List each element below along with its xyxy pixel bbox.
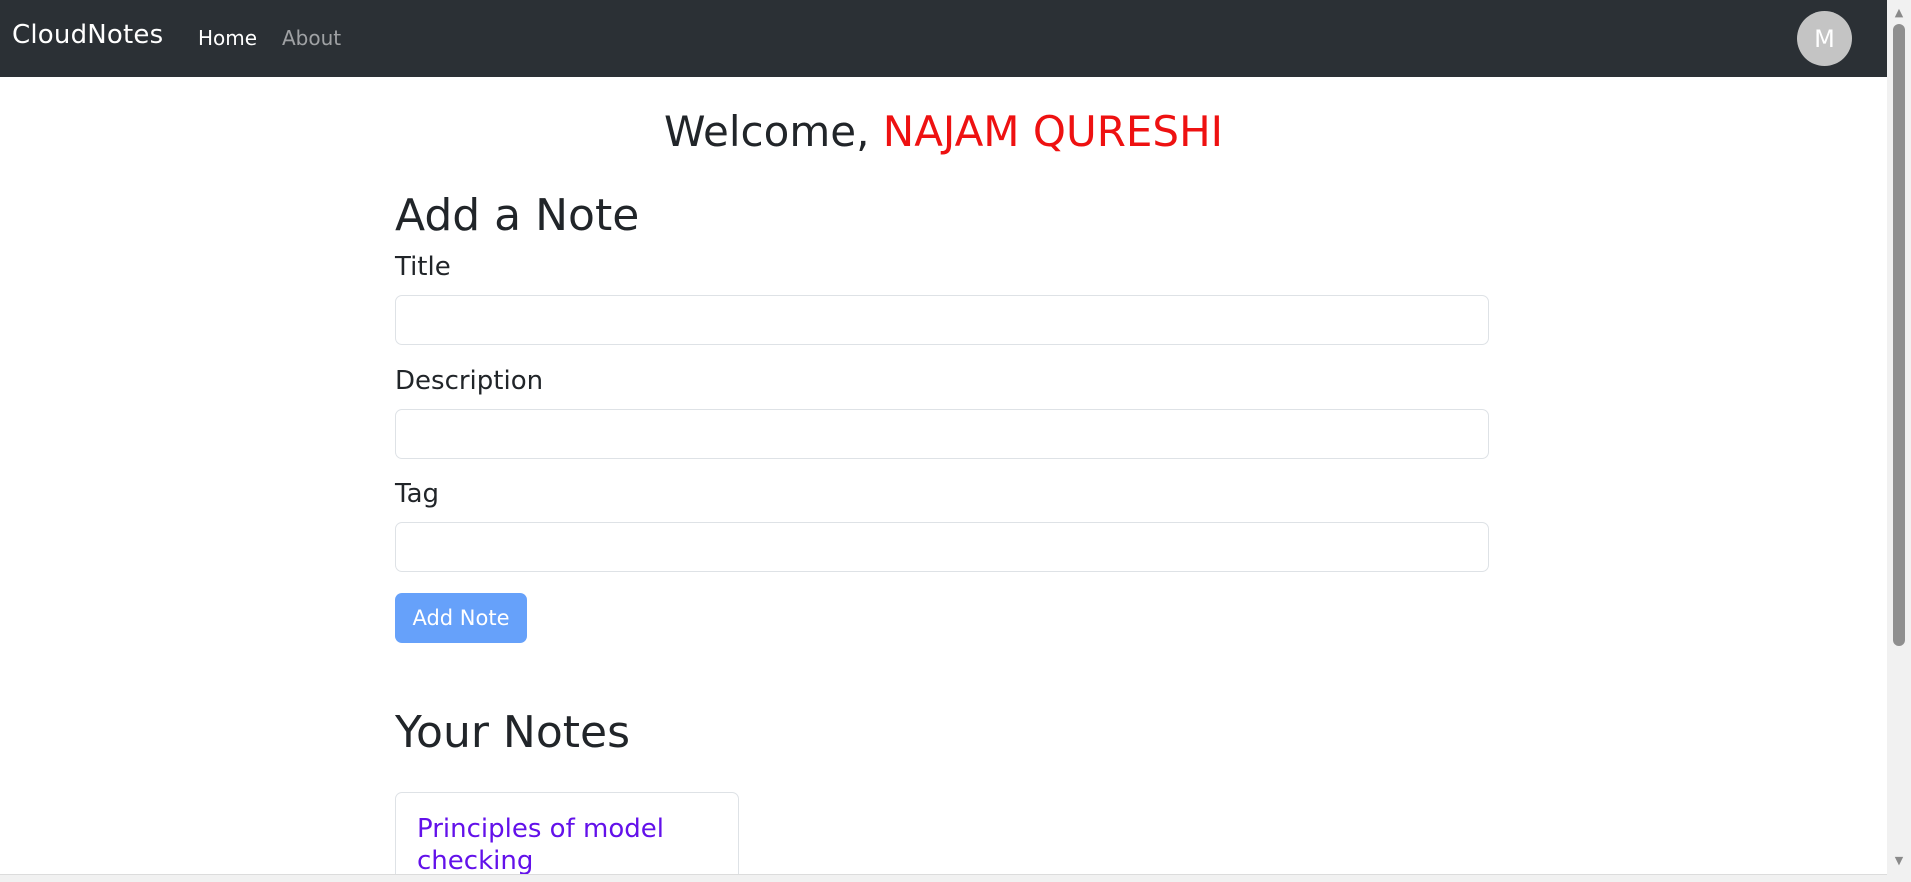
welcome-prefix: Welcome, [663,107,883,156]
nav-about-link[interactable]: About [282,26,341,50]
brand-link[interactable]: CloudNotes [12,20,163,50]
scrollbar-thumb[interactable] [1893,24,1905,646]
window-bottom-edge [0,874,1887,882]
add-note-heading: Add a Note [395,190,640,241]
description-input[interactable] [395,409,1489,459]
tag-label: Tag [395,479,440,509]
avatar-initial: M [1814,24,1835,53]
scroll-up-arrow-icon[interactable]: ▲ [1887,4,1911,22]
vertical-scrollbar[interactable]: ▲ ▼ [1887,0,1911,882]
your-notes-heading: Your Notes [395,707,630,758]
add-note-button[interactable]: Add Note [395,593,527,643]
title-input[interactable] [395,295,1489,345]
welcome-heading: Welcome, NAJAM QURESHI [0,107,1887,156]
nav-home-link[interactable]: Home [198,26,257,50]
welcome-user-name: NAJAM QURESHI [882,107,1224,156]
note-card[interactable]: Principles of model checking [395,792,739,882]
title-label: Title [395,252,451,282]
note-title: Principles of model checking [417,814,664,876]
description-label: Description [395,366,544,396]
navbar: CloudNotes Home About M [0,0,1887,77]
tag-input[interactable] [395,522,1489,572]
user-avatar[interactable]: M [1797,11,1852,66]
page: CloudNotes Home About M Welcome, NAJAM Q… [0,0,1911,882]
scroll-down-arrow-icon[interactable]: ▼ [1887,852,1911,870]
